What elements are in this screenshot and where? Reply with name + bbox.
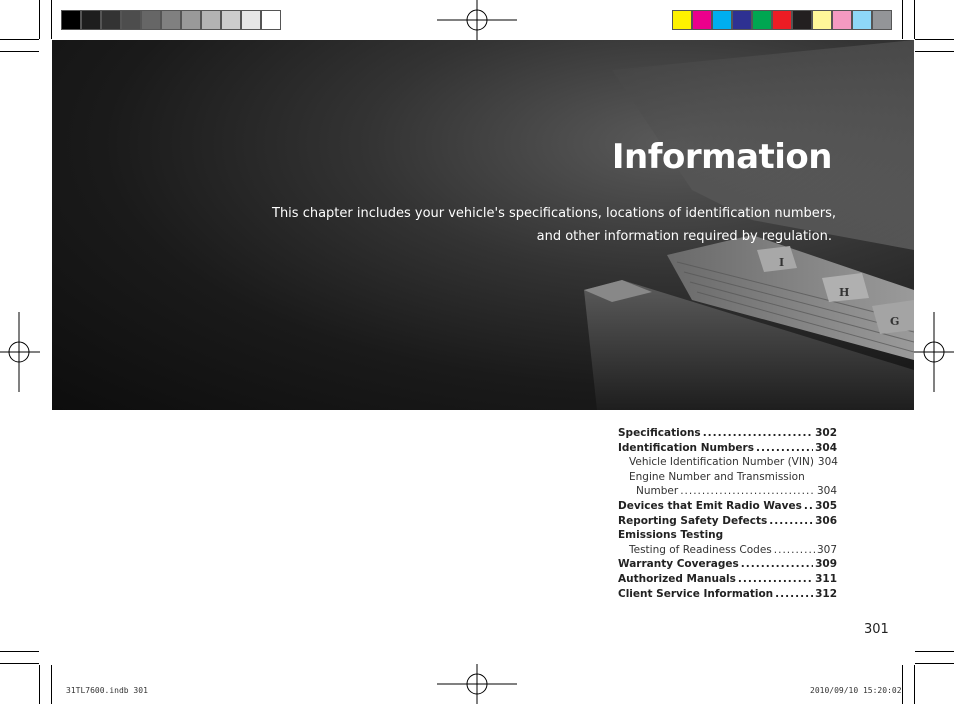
toc-leader-dots bbox=[775, 587, 813, 602]
color-swatch bbox=[792, 10, 812, 30]
toc-entry-page: 304 bbox=[815, 441, 837, 454]
color-swatch bbox=[732, 10, 752, 30]
slug-timestamp: 2010/09/10 15:20:02 bbox=[810, 686, 902, 695]
page-number: 301 bbox=[864, 622, 889, 637]
slug-file-info: 31TL7600.indb 301 bbox=[66, 686, 148, 695]
toc-entry[interactable]: Reporting Safety Defects 306 bbox=[618, 514, 837, 529]
toc-leader-dots bbox=[741, 557, 813, 572]
toc-leader-dots bbox=[804, 499, 813, 514]
gray-swatch bbox=[81, 10, 101, 30]
color-swatch bbox=[852, 10, 872, 30]
gray-swatch bbox=[241, 10, 261, 30]
toc-entry-page: 307 bbox=[816, 543, 837, 556]
toc-entry-label: Reporting Safety Defects bbox=[618, 514, 768, 527]
gray-swatch bbox=[221, 10, 241, 30]
chapter-subtitle-line-2: and other information required by regula… bbox=[536, 229, 832, 244]
toc-entry[interactable]: Authorized Manuals 311 bbox=[618, 572, 837, 587]
gray-swatch bbox=[141, 10, 161, 30]
toc-entry-page: 309 bbox=[815, 558, 837, 571]
color-swatch bbox=[832, 10, 852, 30]
toc-entry[interactable]: Number 304 bbox=[618, 484, 837, 499]
color-swatch bbox=[812, 10, 832, 30]
toc-entry-page: 304 bbox=[816, 485, 837, 498]
toc-entry-label: Identification Numbers bbox=[618, 441, 754, 454]
toc-entry-label: Specifications bbox=[618, 427, 701, 439]
gray-swatch bbox=[201, 10, 221, 30]
toc-entry-page: 302 bbox=[815, 427, 837, 439]
toc-entry-label: Authorized Manuals bbox=[618, 572, 736, 585]
gray-swatch bbox=[261, 10, 281, 30]
toc-entry[interactable]: Vehicle Identification Number (VIN) 304 bbox=[618, 455, 838, 470]
toc-entry[interactable]: Client Service Information 312 bbox=[618, 587, 837, 602]
toc-entry[interactable]: Specifications 302 bbox=[618, 426, 837, 441]
toc-entry-label: Vehicle Identification Number (VIN) bbox=[629, 456, 814, 469]
color-swatch bbox=[772, 10, 792, 30]
chapter-hero-image: I H G Information This chapter includes … bbox=[52, 40, 914, 410]
toc-entry-label: Engine Number and Transmission bbox=[629, 470, 805, 483]
toc-entry[interactable]: Devices that Emit Radio Waves 305 bbox=[618, 499, 837, 514]
toc-entry-page: 304 bbox=[817, 456, 838, 469]
gray-color-bar bbox=[61, 10, 281, 30]
gray-swatch bbox=[101, 10, 121, 30]
toc-entry[interactable]: Testing of Readiness Codes 307 bbox=[618, 543, 837, 558]
toc-leader-dots bbox=[703, 426, 813, 441]
table-of-contents: Specifications 302 Identification Numbers 3… bbox=[618, 426, 838, 602]
toc-entry-label: Devices that Emit Radio Waves bbox=[618, 499, 802, 512]
color-swatch bbox=[672, 10, 692, 30]
toc-leader-dots bbox=[738, 572, 813, 587]
toc-entry[interactable]: Emissions Testing bbox=[618, 528, 837, 543]
toc-leader-dots bbox=[774, 543, 815, 558]
toc-entry-page: 305 bbox=[815, 499, 837, 512]
gray-swatch bbox=[121, 10, 141, 30]
chapter-subtitle: This chapter includes your vehicle's spe… bbox=[272, 202, 836, 248]
toc-entry-page: 312 bbox=[815, 587, 837, 600]
process-color-bar bbox=[672, 10, 892, 30]
color-swatch bbox=[712, 10, 732, 30]
chapter-subtitle-line-1: This chapter includes your vehicle's spe… bbox=[272, 206, 836, 221]
toc-entry-page: 311 bbox=[815, 572, 837, 585]
color-swatch bbox=[752, 10, 772, 30]
toc-entry-label: Number bbox=[636, 485, 679, 498]
color-swatch bbox=[692, 10, 712, 30]
gray-swatch bbox=[61, 10, 81, 30]
toc-entry-page: 306 bbox=[815, 514, 837, 527]
color-swatch bbox=[872, 10, 892, 30]
chapter-title: Information bbox=[611, 137, 833, 177]
toc-leader-dots bbox=[756, 441, 813, 456]
toc-entry[interactable]: Identification Numbers 304 bbox=[618, 441, 837, 456]
gray-swatch bbox=[161, 10, 181, 30]
toc-leader-dots bbox=[680, 484, 815, 499]
toc-entry-label: Emissions Testing bbox=[618, 529, 724, 542]
tab-letter-g: G bbox=[890, 315, 899, 328]
gray-swatch bbox=[181, 10, 201, 30]
tab-letter-h: H bbox=[839, 286, 849, 299]
toc-entry[interactable]: Warranty Coverages 309 bbox=[618, 557, 837, 572]
toc-entry-label: Testing of Readiness Codes bbox=[629, 543, 772, 556]
tab-letter-i: I bbox=[779, 256, 784, 269]
toc-entry-label: Client Service Information bbox=[618, 587, 774, 600]
toc-entry[interactable]: Engine Number and Transmission bbox=[618, 470, 837, 485]
toc-entry-label: Warranty Coverages bbox=[618, 558, 739, 571]
toc-leader-dots bbox=[769, 514, 813, 529]
